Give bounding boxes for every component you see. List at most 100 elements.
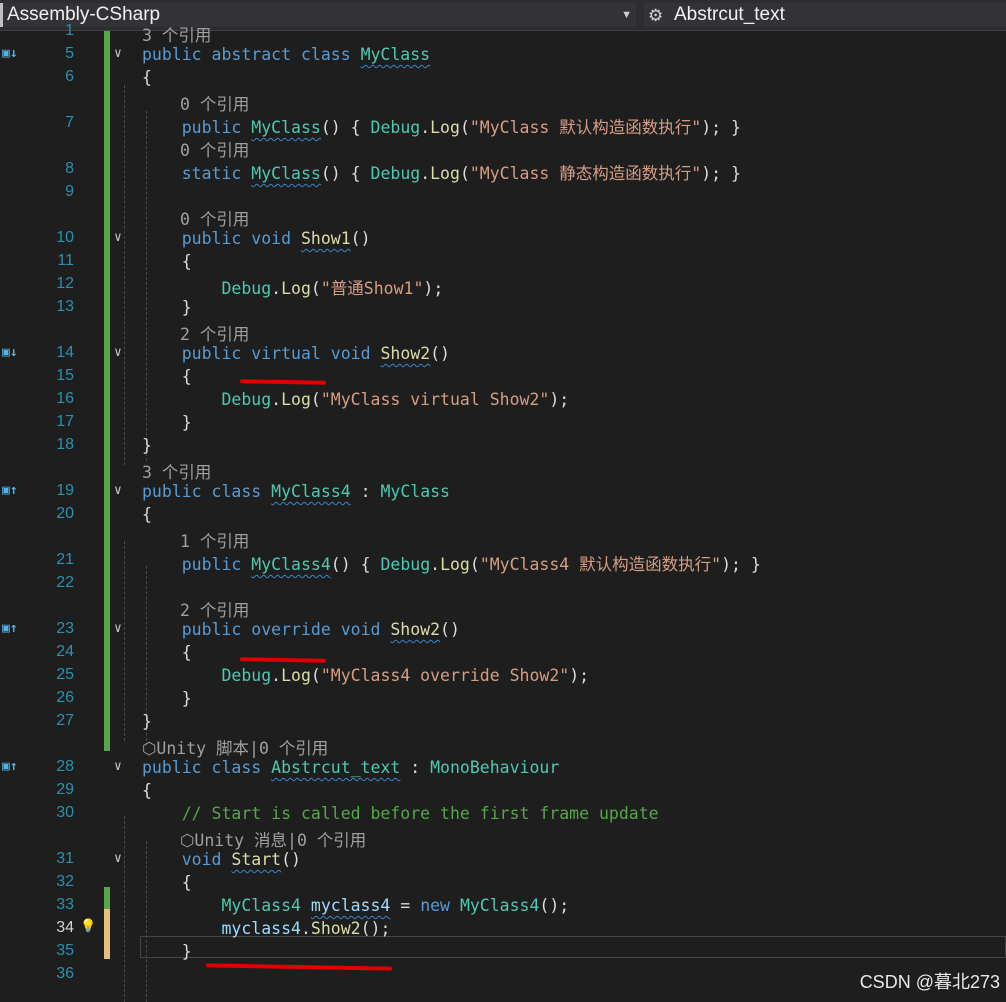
code-line[interactable]: 14 ▣↓ ∨ public virtual void Show2(): [0, 342, 1006, 365]
code-line[interactable]: 31 ∨ void Start(): [0, 848, 1006, 871]
code-token: Abstrcut_text: [271, 758, 401, 777]
code-text: public void Show1(): [142, 229, 371, 248]
fold-chevron-icon[interactable]: ∨: [114, 851, 122, 866]
line-number: 35: [56, 942, 74, 959]
codelens-row[interactable]: 2 个引用: [0, 595, 1006, 620]
code-text: }: [142, 712, 152, 731]
code-line[interactable]: 23 ▣↑ ∨ public override void Show2(): [0, 618, 1006, 641]
code-text: myclass4.Show2();: [142, 919, 390, 938]
code-line[interactable]: 8 static MyClass() { Debug.Log("MyClass …: [0, 158, 1006, 183]
codelens-row[interactable]: 0 个引用: [0, 204, 1006, 229]
codelens-row[interactable]: 1 个引用: [0, 526, 1006, 551]
implemented-by-icon[interactable]: ▣↓: [2, 345, 18, 360]
code-line[interactable]: 15 {: [0, 365, 1006, 388]
codelens-row[interactable]: 13 个引用: [0, 20, 1006, 45]
code-line[interactable]: 36: [0, 963, 1006, 986]
code-token: ();: [539, 896, 570, 915]
line-number: 28: [56, 758, 74, 775]
codelens-row[interactable]: 3 个引用: [0, 457, 1006, 482]
code-line[interactable]: 29 {: [0, 779, 1006, 802]
code-token: public: [181, 620, 252, 639]
code-editor[interactable]: 13 个引用 5 ▣↓ ∨ public abstract class MyClass 6…: [0, 22, 1006, 1002]
code-line[interactable]: 12 Debug.Log("普通Show1");: [0, 273, 1006, 298]
fold-chevron-icon[interactable]: ∨: [114, 621, 122, 636]
fold-chevron-icon[interactable]: ∨: [114, 230, 122, 245]
code-token: (: [310, 390, 321, 409]
code-token: MyClass: [360, 45, 431, 64]
code-line[interactable]: 26 }: [0, 687, 1006, 710]
code-token: :: [350, 482, 381, 501]
codelens-row[interactable]: 2 个引用: [0, 319, 1006, 344]
code-line[interactable]: 19 ▣↑ ∨ public class MyClass4 : MyClass: [0, 480, 1006, 503]
code-token: void: [340, 620, 391, 639]
code-token: virtual: [251, 344, 331, 363]
code-token: (): [430, 344, 450, 363]
code-token: }: [142, 942, 192, 961]
code-text: public override void Show2(): [142, 620, 460, 639]
code-line[interactable]: 6{: [0, 66, 1006, 89]
code-token: class: [300, 45, 361, 64]
code-line[interactable]: 11 {: [0, 250, 1006, 273]
code-text: void Start(): [142, 850, 301, 869]
lightbulb-icon[interactable]: 💡: [80, 919, 96, 934]
code-text: public virtual void Show2(): [142, 344, 450, 363]
code-token: MyClass4: [271, 482, 351, 501]
code-line[interactable]: 32 {: [0, 871, 1006, 894]
code-line[interactable]: 25 Debug.Log("MyClass4 override Show2");: [0, 664, 1006, 687]
code-text: {: [142, 367, 192, 386]
implements-icon[interactable]: ▣↑: [2, 483, 18, 498]
code-line[interactable]: 22: [0, 572, 1006, 595]
code-line[interactable]: 13 }: [0, 296, 1006, 319]
code-line[interactable]: 16 Debug.Log("MyClass virtual Show2");: [0, 388, 1006, 411]
code-line[interactable]: 18}: [0, 434, 1006, 457]
code-line[interactable]: 33 MyClass4 myclass4 = new MyClass4();: [0, 894, 1006, 917]
code-line[interactable]: 30 // Start is called before the first f…: [0, 802, 1006, 825]
code-token: Log: [281, 666, 311, 685]
codelens-row[interactable]: 0 个引用: [0, 135, 1006, 160]
fold-chevron-icon[interactable]: ∨: [114, 483, 122, 498]
line-number: 23: [56, 620, 74, 637]
line-number: 12: [56, 275, 74, 292]
code-token: "MyClass4 override Show2": [320, 666, 570, 685]
code-line[interactable]: 10 ∨ public void Show1(): [0, 227, 1006, 250]
codelens-row[interactable]: 0 个引用: [0, 89, 1006, 114]
code-token: public: [142, 758, 212, 777]
line-number: 9: [65, 183, 74, 200]
fold-chevron-icon[interactable]: ∨: [114, 46, 122, 61]
code-text: MyClass4 myclass4 = new MyClass4();: [142, 896, 569, 915]
line-number: 10: [56, 229, 74, 246]
fold-chevron-icon[interactable]: ∨: [114, 759, 122, 774]
codelens-row[interactable]: ⬡Unity 消息|0 个引用: [0, 825, 1006, 850]
line-number: 15: [56, 367, 74, 384]
implemented-by-icon[interactable]: ▣↓: [2, 46, 18, 61]
codelens-row[interactable]: ⬡Unity 脚本|0 个引用: [0, 733, 1006, 758]
code-token: void: [181, 850, 232, 869]
code-token: MyClass4: [221, 896, 311, 915]
code-token: class: [211, 482, 272, 501]
code-token: myclass4: [221, 919, 301, 938]
code-line[interactable]: 7 public MyClass() { Debug.Log("MyClass …: [0, 112, 1006, 137]
code-line[interactable]: 27}: [0, 710, 1006, 733]
code-text: {: [142, 505, 152, 524]
code-line[interactable]: 17 }: [0, 411, 1006, 434]
code-line[interactable]: 35 }: [0, 940, 1006, 963]
fold-chevron-icon[interactable]: ∨: [114, 345, 122, 360]
code-token: }: [142, 689, 192, 708]
implements-icon[interactable]: ▣↑: [2, 621, 18, 636]
line-number: 33: [56, 896, 74, 913]
code-token: (): [350, 229, 371, 248]
code-token: myclass4: [310, 896, 391, 915]
code-line[interactable]: 9: [0, 181, 1006, 204]
code-line[interactable]: 28 ▣↑ ∨ public class Abstrcut_text : MonoBe…: [0, 756, 1006, 779]
implements-icon[interactable]: ▣↑: [2, 759, 18, 774]
code-line[interactable]: 21 public MyClass4() { Debug.Log("MyClas…: [0, 549, 1006, 574]
code-line[interactable]: 34 💡 myclass4.Show2();: [0, 917, 1006, 940]
code-line[interactable]: 20 {: [0, 503, 1006, 526]
code-line[interactable]: 24 {: [0, 641, 1006, 664]
line-number: 32: [56, 873, 74, 890]
code-text: public class MyClass4 : MyClass: [142, 482, 450, 501]
line-number: 36: [56, 965, 74, 982]
code-text: }: [142, 413, 192, 432]
code-line[interactable]: 5 ▣↓ ∨ public abstract class MyClass: [0, 43, 1006, 66]
